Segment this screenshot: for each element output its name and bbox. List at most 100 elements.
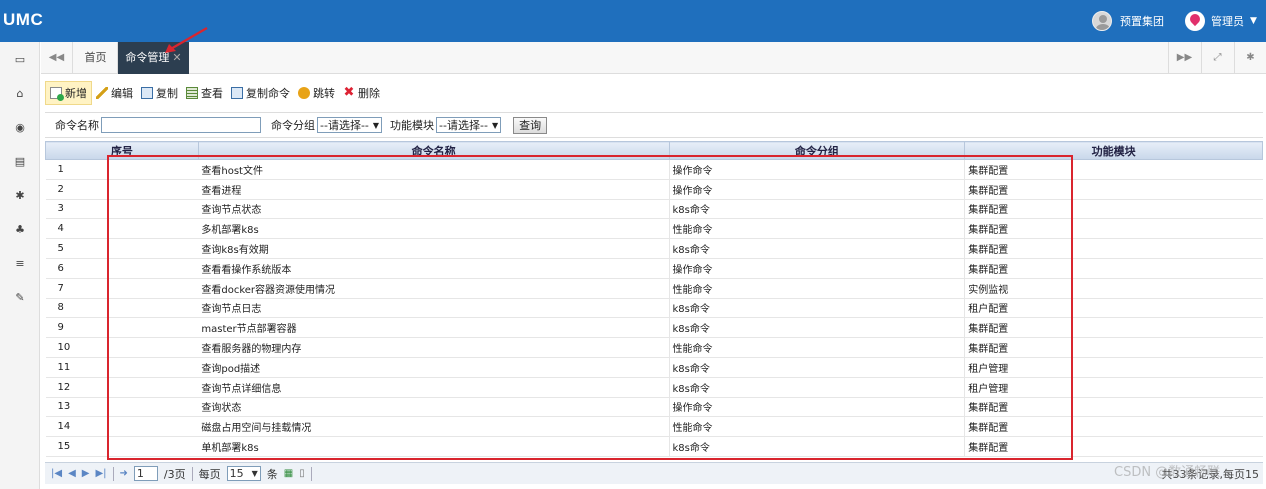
row-function-module: 实例监视 bbox=[964, 278, 1263, 299]
row-command-name: master节点部署容器 bbox=[198, 317, 669, 339]
row-command-name: 查询节点日志 bbox=[198, 298, 669, 319]
row-command-name: 查询k8s有效期 bbox=[198, 238, 669, 259]
row-command-name: 磁盘占用空间与挂载情况 bbox=[198, 416, 669, 438]
query-button[interactable]: 查询 bbox=[513, 116, 548, 134]
table-row[interactable]: 4 多机部署k8s 性能命令 集群配置 bbox=[45, 218, 1263, 240]
edit-button[interactable]: 编辑 bbox=[92, 81, 137, 105]
per-page-value: 15 bbox=[229, 467, 244, 480]
row-command-group: 操作命令 bbox=[668, 258, 965, 279]
table-row[interactable]: 5 查询k8s有效期 k8s命令 集群配置 bbox=[45, 238, 1263, 259]
table-row[interactable]: 13 查询状态 操作命令 集群配置 bbox=[45, 397, 1263, 418]
column-header-seq[interactable]: 序号 bbox=[45, 141, 199, 160]
list-icon[interactable]: ≡ bbox=[0, 254, 40, 274]
eye-icon[interactable]: ◉ bbox=[0, 118, 40, 138]
bank-icon[interactable]: ⌂ bbox=[0, 84, 40, 104]
fullscreen-icon[interactable]: ⤢ bbox=[1201, 42, 1233, 74]
row-seq: 15 bbox=[45, 436, 199, 457]
per-page-select[interactable]: 15 ▼ bbox=[226, 466, 261, 481]
copy-button[interactable]: 复制 bbox=[137, 81, 182, 105]
export-excel-icon[interactable]: ▦ bbox=[284, 468, 293, 479]
copy-label: 复制 bbox=[156, 87, 178, 100]
add-icon bbox=[50, 87, 64, 101]
server-icon[interactable]: ▤ bbox=[0, 152, 40, 172]
row-command-group: k8s命令 bbox=[668, 357, 965, 378]
column-header-name[interactable]: 命令名称 bbox=[197, 141, 670, 160]
function-module-select[interactable]: --请选择-- ▼ bbox=[436, 117, 502, 133]
tab-scroll-right-icon[interactable]: ▶▶ bbox=[1168, 42, 1200, 74]
row-seq: 1 bbox=[45, 159, 199, 180]
delete-button[interactable]: ✖ 删除 bbox=[339, 81, 384, 105]
table-row[interactable]: 7 查看docker容器资源使用情况 性能命令 实例监视 bbox=[45, 278, 1263, 299]
gear-icon[interactable]: ✱ bbox=[0, 186, 40, 206]
divider bbox=[310, 466, 312, 481]
wrench-icon[interactable]: ✎ bbox=[0, 288, 40, 308]
go-page-icon[interactable]: ➜ bbox=[120, 468, 128, 479]
row-seq: 4 bbox=[45, 218, 199, 240]
user-menu[interactable]: 管理员 ▼ bbox=[1185, 11, 1257, 31]
row-command-group: k8s命令 bbox=[668, 317, 965, 339]
prev-page-icon[interactable]: ◀ bbox=[68, 468, 76, 479]
copy-command-button[interactable]: 复制命令 bbox=[227, 81, 294, 105]
view-label: 查看 bbox=[201, 87, 223, 100]
table-row[interactable]: 6 查看看操作系统版本 操作命令 集群配置 bbox=[45, 258, 1263, 279]
row-function-module: 集群配置 bbox=[964, 337, 1263, 358]
table-row[interactable]: 1 查看host文件 操作命令 集群配置 bbox=[45, 159, 1263, 180]
row-command-name: 查询节点详细信息 bbox=[198, 377, 669, 398]
row-function-module: 集群配置 bbox=[964, 238, 1263, 259]
table-row[interactable]: 10 查看服务器的物理内存 性能命令 集群配置 bbox=[45, 337, 1263, 358]
settings-icon[interactable]: ✱ bbox=[1234, 42, 1266, 74]
total-pages: /3页 bbox=[163, 467, 186, 481]
command-name-input[interactable] bbox=[101, 117, 261, 133]
caret-down-icon: ▼ bbox=[1250, 16, 1257, 26]
command-group-label: 命令分组 bbox=[271, 119, 315, 132]
sitemap-icon[interactable]: ♣ bbox=[0, 220, 40, 240]
tab-command-management[interactable]: 命令管理 ✕ bbox=[118, 42, 189, 74]
group-switcher[interactable]: 预置集团 bbox=[1092, 11, 1164, 31]
row-seq: 2 bbox=[45, 179, 199, 200]
tab-scroll-left-icon[interactable]: ◀◀ bbox=[41, 42, 73, 74]
command-group-select[interactable]: --请选择-- ▼ bbox=[317, 117, 383, 133]
table-row[interactable]: 14 磁盘占用空间与挂载情况 性能命令 集群配置 bbox=[45, 416, 1263, 438]
row-command-name: 查看host文件 bbox=[198, 159, 669, 180]
row-function-module: 集群配置 bbox=[964, 179, 1263, 200]
column-header-group[interactable]: 命令分组 bbox=[668, 141, 966, 160]
view-button[interactable]: 查看 bbox=[182, 81, 227, 105]
row-seq: 10 bbox=[45, 337, 199, 358]
table-row[interactable]: 11 查询pod描述 k8s命令 租户管理 bbox=[45, 357, 1263, 378]
add-button[interactable]: 新增 bbox=[45, 81, 92, 105]
table-row[interactable]: 8 查询节点日志 k8s命令 租户配置 bbox=[45, 298, 1263, 319]
row-seq: 8 bbox=[45, 298, 199, 319]
copy-command-icon bbox=[231, 87, 243, 99]
row-function-module: 集群配置 bbox=[964, 199, 1263, 220]
column-header-module[interactable]: 功能模块 bbox=[964, 141, 1263, 160]
table-row[interactable]: 12 查询节点详细信息 k8s命令 租户管理 bbox=[45, 377, 1263, 398]
jump-button[interactable]: 跳转 bbox=[294, 81, 339, 105]
id-card-icon[interactable]: ▭ bbox=[0, 50, 40, 70]
app-logo: UMC bbox=[3, 10, 44, 29]
table-row[interactable]: 15 单机部署k8s k8s命令 集群配置 bbox=[45, 436, 1263, 457]
delete-label: 删除 bbox=[358, 87, 380, 100]
export-doc-icon[interactable]: ▯ bbox=[299, 468, 305, 479]
chevron-down-icon: ▼ bbox=[251, 469, 258, 478]
last-page-icon[interactable]: ▶| bbox=[95, 468, 106, 479]
row-command-group: 性能命令 bbox=[668, 218, 965, 240]
row-function-module: 集群配置 bbox=[964, 436, 1263, 457]
row-command-name: 查看docker容器资源使用情况 bbox=[198, 278, 669, 299]
row-command-name: 查询pod描述 bbox=[198, 357, 669, 378]
next-page-icon[interactable]: ▶ bbox=[82, 468, 90, 479]
function-module-label: 功能模块 bbox=[390, 119, 435, 132]
sidebar: ▭ ⌂ ◉ ▤ ✱ ♣ ≡ ✎ bbox=[0, 42, 40, 489]
table-row[interactable]: 3 查询节点状态 k8s命令 集群配置 bbox=[45, 199, 1263, 220]
jump-icon bbox=[298, 87, 310, 99]
tab-home[interactable]: 首页 bbox=[74, 42, 118, 74]
table-row[interactable]: 2 查看进程 操作命令 集群配置 bbox=[45, 179, 1263, 200]
chevron-down-icon: ▼ bbox=[372, 120, 380, 130]
filter-bar: 命令名称 命令分组 --请选择-- ▼ 功能模块 --请选择-- ▼ 查询 bbox=[45, 112, 1263, 138]
edit-label: 编辑 bbox=[111, 87, 133, 100]
row-command-group: k8s命令 bbox=[668, 377, 965, 398]
close-icon[interactable]: ✕ bbox=[172, 51, 181, 64]
table-row[interactable]: 9 master节点部署容器 k8s命令 集群配置 bbox=[45, 317, 1263, 339]
group-name: 预置集团 bbox=[1120, 15, 1164, 28]
page-number-input[interactable]: 1 bbox=[133, 466, 158, 481]
first-page-icon[interactable]: |◀ bbox=[51, 468, 62, 479]
